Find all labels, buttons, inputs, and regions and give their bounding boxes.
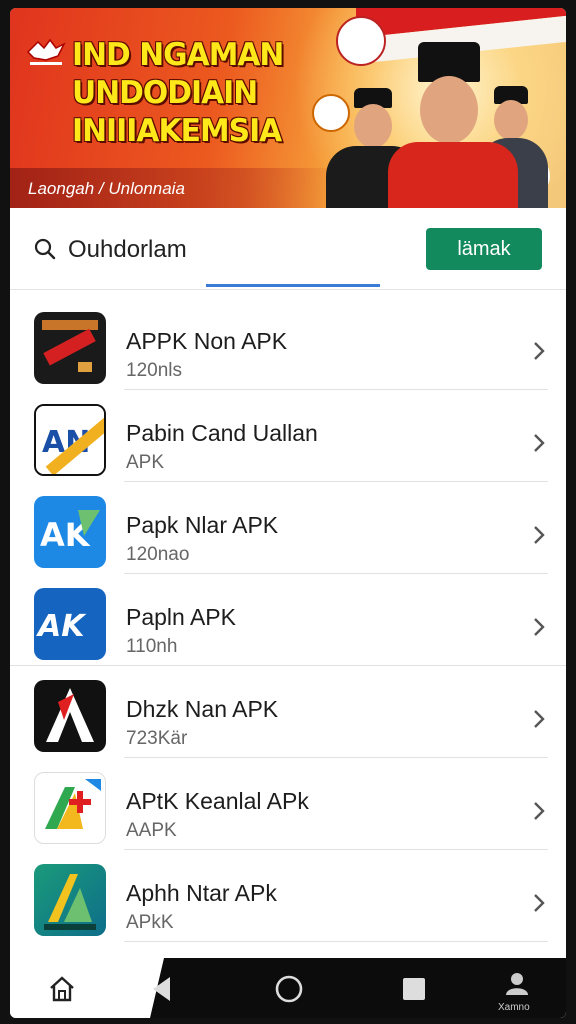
banner-title: IND NGAMAN UNDODIAIN INIIIAKEMSIA	[72, 36, 360, 150]
recents-icon[interactable]	[396, 972, 432, 1006]
bottom-navigation: Xamno	[10, 958, 566, 1018]
app-name: Papk Nlar APK	[126, 512, 279, 538]
list-item[interactable]: Dhzk Nan APK 723Kär	[10, 666, 566, 758]
home-icon[interactable]	[42, 972, 82, 1006]
a-green-app-icon	[34, 864, 106, 936]
svg-text:AK: AK	[36, 609, 87, 644]
device-frame: IND NGAMAN UNDODIAIN INIIIAKEMSIA Laonga…	[0, 0, 576, 1024]
search-bar: Ouhdorlam lämak	[10, 208, 566, 290]
chevron-right-icon[interactable]	[532, 524, 546, 546]
badge-icon	[336, 16, 386, 66]
app-name: Dhzk Nan APK	[126, 696, 279, 722]
a-black-app-icon	[34, 680, 106, 752]
person-center-illustration	[386, 42, 526, 208]
promo-banner[interactable]: IND NGAMAN UNDODIAIN INIIIAKEMSIA Laonga…	[10, 8, 566, 208]
ak-blue-app-icon: AK	[34, 496, 106, 568]
ak-dark-blue-app-icon: AK	[34, 588, 106, 660]
app-size: APK	[126, 452, 165, 473]
list-item[interactable]: AK Papk Nlar APK 120nao	[10, 482, 566, 574]
list-item[interactable]: AN Pabin Cand Uallan APK	[10, 390, 566, 482]
back-icon[interactable]	[144, 972, 180, 1006]
app-size: AAPK	[126, 820, 177, 841]
search-icon[interactable]	[34, 238, 56, 260]
app-screen: IND NGAMAN UNDODIAIN INIIIAKEMSIA Laonga…	[10, 8, 566, 1018]
app-size: 120nao	[126, 544, 190, 565]
app-size: 110nh	[126, 636, 178, 657]
install-button[interactable]: lämak	[426, 228, 542, 270]
chevron-right-icon[interactable]	[532, 708, 546, 730]
app-name: Pabin Cand Uallan	[126, 420, 318, 446]
app-list: APPK Non APK 120nls AN Pabin Cand Uallan…	[10, 298, 566, 942]
chevron-right-icon[interactable]	[532, 340, 546, 362]
search-input[interactable]: Ouhdorlam	[68, 236, 187, 264]
a-plus-app-icon	[34, 772, 106, 844]
profile-label: Xamno	[498, 1002, 530, 1013]
list-item[interactable]: APtK Keanlal APk AAPK	[10, 758, 566, 850]
chevron-right-icon[interactable]	[532, 800, 546, 822]
app-name: Aphh Ntar APk	[126, 880, 277, 906]
chevron-right-icon[interactable]	[532, 616, 546, 638]
hammer-app-icon	[34, 312, 106, 384]
banner-title-line-1: IND NGAMAN	[72, 37, 284, 73]
list-item[interactable]: APPK Non APK 120nls	[10, 298, 566, 390]
profile-icon[interactable]	[500, 968, 534, 998]
list-item[interactable]: Aphh Ntar APk APkK	[10, 850, 566, 942]
list-item[interactable]: AK Papln APK 110nh	[10, 574, 566, 666]
chevron-right-icon[interactable]	[532, 432, 546, 454]
an-app-icon: AN	[34, 404, 106, 476]
app-name: Papln APK	[126, 604, 236, 630]
app-name: APtK Keanlal APk	[126, 788, 309, 814]
app-size: 723Kär	[126, 728, 188, 749]
tab-indicator	[206, 284, 380, 287]
chevron-right-icon[interactable]	[532, 892, 546, 914]
garuda-logo-icon	[26, 38, 66, 65]
home-circle-icon[interactable]	[270, 970, 308, 1008]
app-size: 120nls	[126, 360, 182, 381]
app-name: APPK Non APK	[126, 328, 288, 354]
banner-subtitle: Laongah / Unlonnaia	[28, 179, 185, 198]
app-size: APkK	[126, 912, 174, 933]
